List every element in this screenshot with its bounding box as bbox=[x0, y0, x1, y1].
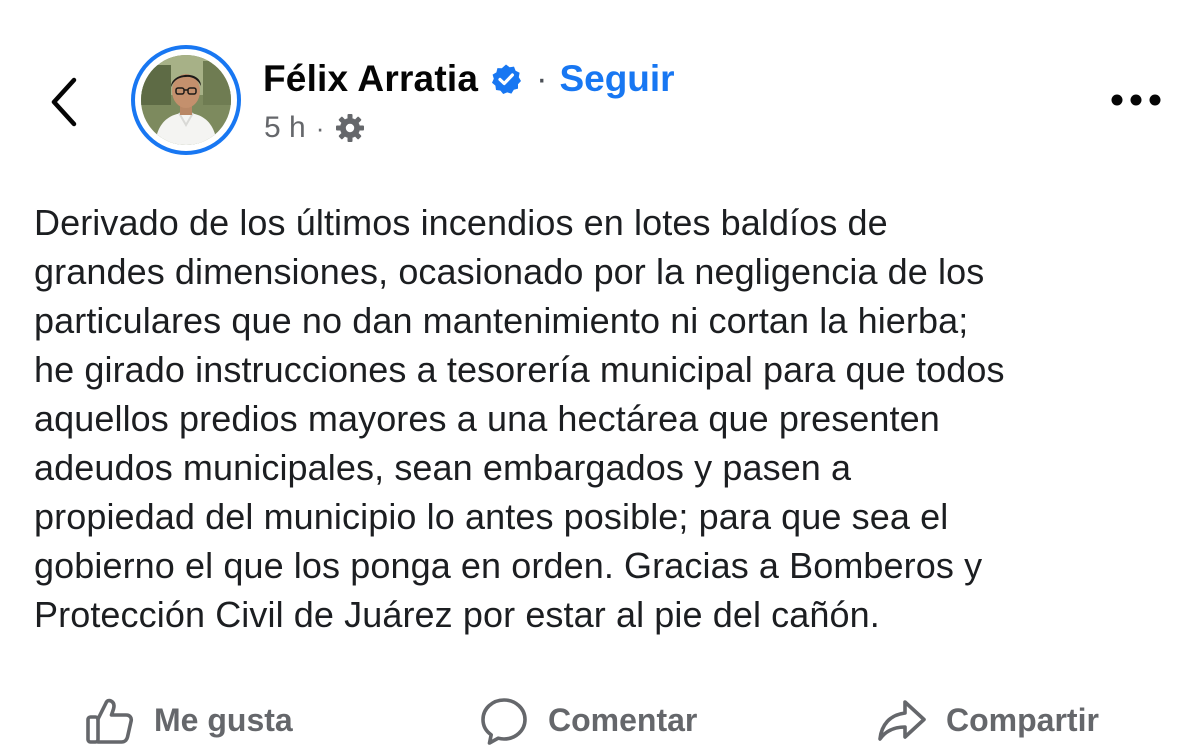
follow-button[interactable]: Seguir bbox=[559, 58, 674, 100]
more-horizontal-icon bbox=[1110, 93, 1162, 107]
like-button[interactable]: Me gusta bbox=[84, 690, 293, 751]
share-label: Compartir bbox=[946, 702, 1099, 738]
chevron-left-icon bbox=[49, 76, 79, 128]
avatar[interactable] bbox=[131, 45, 241, 155]
back-button[interactable] bbox=[40, 72, 88, 132]
comment-icon bbox=[478, 695, 530, 747]
share-icon bbox=[876, 695, 928, 747]
author-name[interactable]: Félix Arratia bbox=[263, 58, 478, 100]
thumbs-up-icon bbox=[84, 695, 136, 747]
separator-dot: · bbox=[536, 59, 548, 98]
comment-button[interactable]: Comentar bbox=[478, 690, 697, 751]
action-bar: Me gusta Comentar Compartir bbox=[0, 690, 1200, 751]
post-meta: 5 h · bbox=[264, 108, 366, 148]
like-label: Me gusta bbox=[154, 702, 293, 738]
gear-icon[interactable] bbox=[334, 112, 366, 144]
profile-photo bbox=[141, 55, 231, 145]
post-header: Félix Arratia · Seguir bbox=[263, 55, 675, 103]
post-body-text: Derivado de los últimos incendios en lot… bbox=[34, 202, 1005, 635]
post-timestamp[interactable]: 5 h bbox=[264, 111, 306, 145]
share-button[interactable]: Compartir bbox=[876, 690, 1099, 751]
more-options-button[interactable] bbox=[1108, 82, 1164, 118]
verified-badge-icon bbox=[490, 63, 522, 95]
meta-separator-dot: · bbox=[315, 112, 325, 143]
comment-label: Comentar bbox=[548, 702, 698, 738]
